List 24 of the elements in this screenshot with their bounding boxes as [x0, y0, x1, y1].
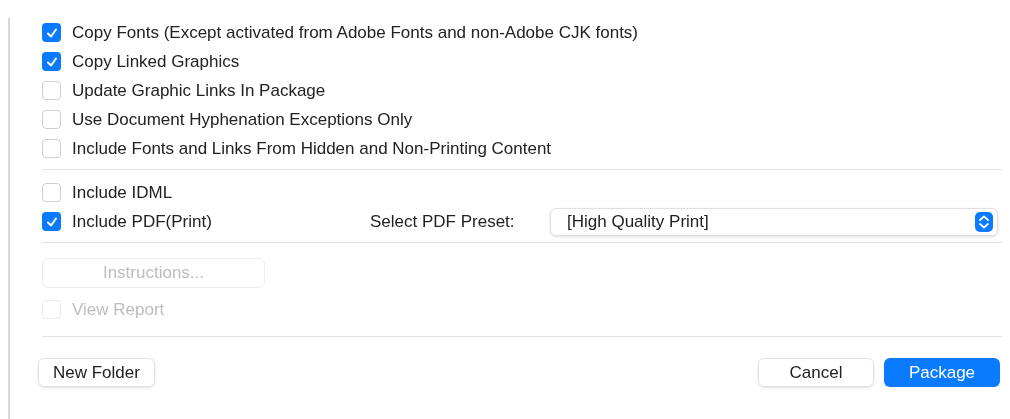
checkbox-label: Update Graphic Links In Package	[72, 79, 326, 102]
checkbox-label: View Report	[72, 298, 165, 321]
checkbox[interactable]	[42, 212, 61, 231]
new-folder-button[interactable]: New Folder	[38, 358, 155, 387]
checkbox[interactable]	[42, 183, 61, 202]
checkbox-label: Include PDF(Print)	[72, 210, 212, 233]
checkbox-label: Include Fonts and Links From Hidden and Non-Printing Content	[72, 137, 552, 160]
package-button[interactable]: Package	[884, 358, 1000, 387]
check-icon	[45, 215, 58, 228]
checkbox-label: Copy Linked Graphics	[72, 50, 240, 73]
checkbox[interactable]	[42, 81, 61, 100]
checkbox[interactable]	[42, 139, 61, 158]
checkbox-label: Copy Fonts (Except activated from Adobe Fonts and non-Adobe CJK fonts)	[72, 21, 639, 44]
check-icon	[45, 26, 58, 39]
checkbox[interactable]	[42, 23, 61, 42]
checkbox[interactable]	[42, 110, 61, 129]
cancel-button[interactable]: Cancel	[758, 358, 874, 387]
pdf-preset-select[interactable]: [High Quality Print]	[550, 207, 998, 236]
pdf-preset-label: Select PDF Preset:	[370, 210, 516, 233]
checkbox[interactable]	[42, 52, 61, 71]
checkbox-label: Include IDML	[72, 181, 173, 204]
check-icon	[45, 55, 58, 68]
checkbox-label: Use Document Hyphenation Exceptions Only	[72, 108, 413, 131]
stepper-icon	[975, 211, 993, 232]
